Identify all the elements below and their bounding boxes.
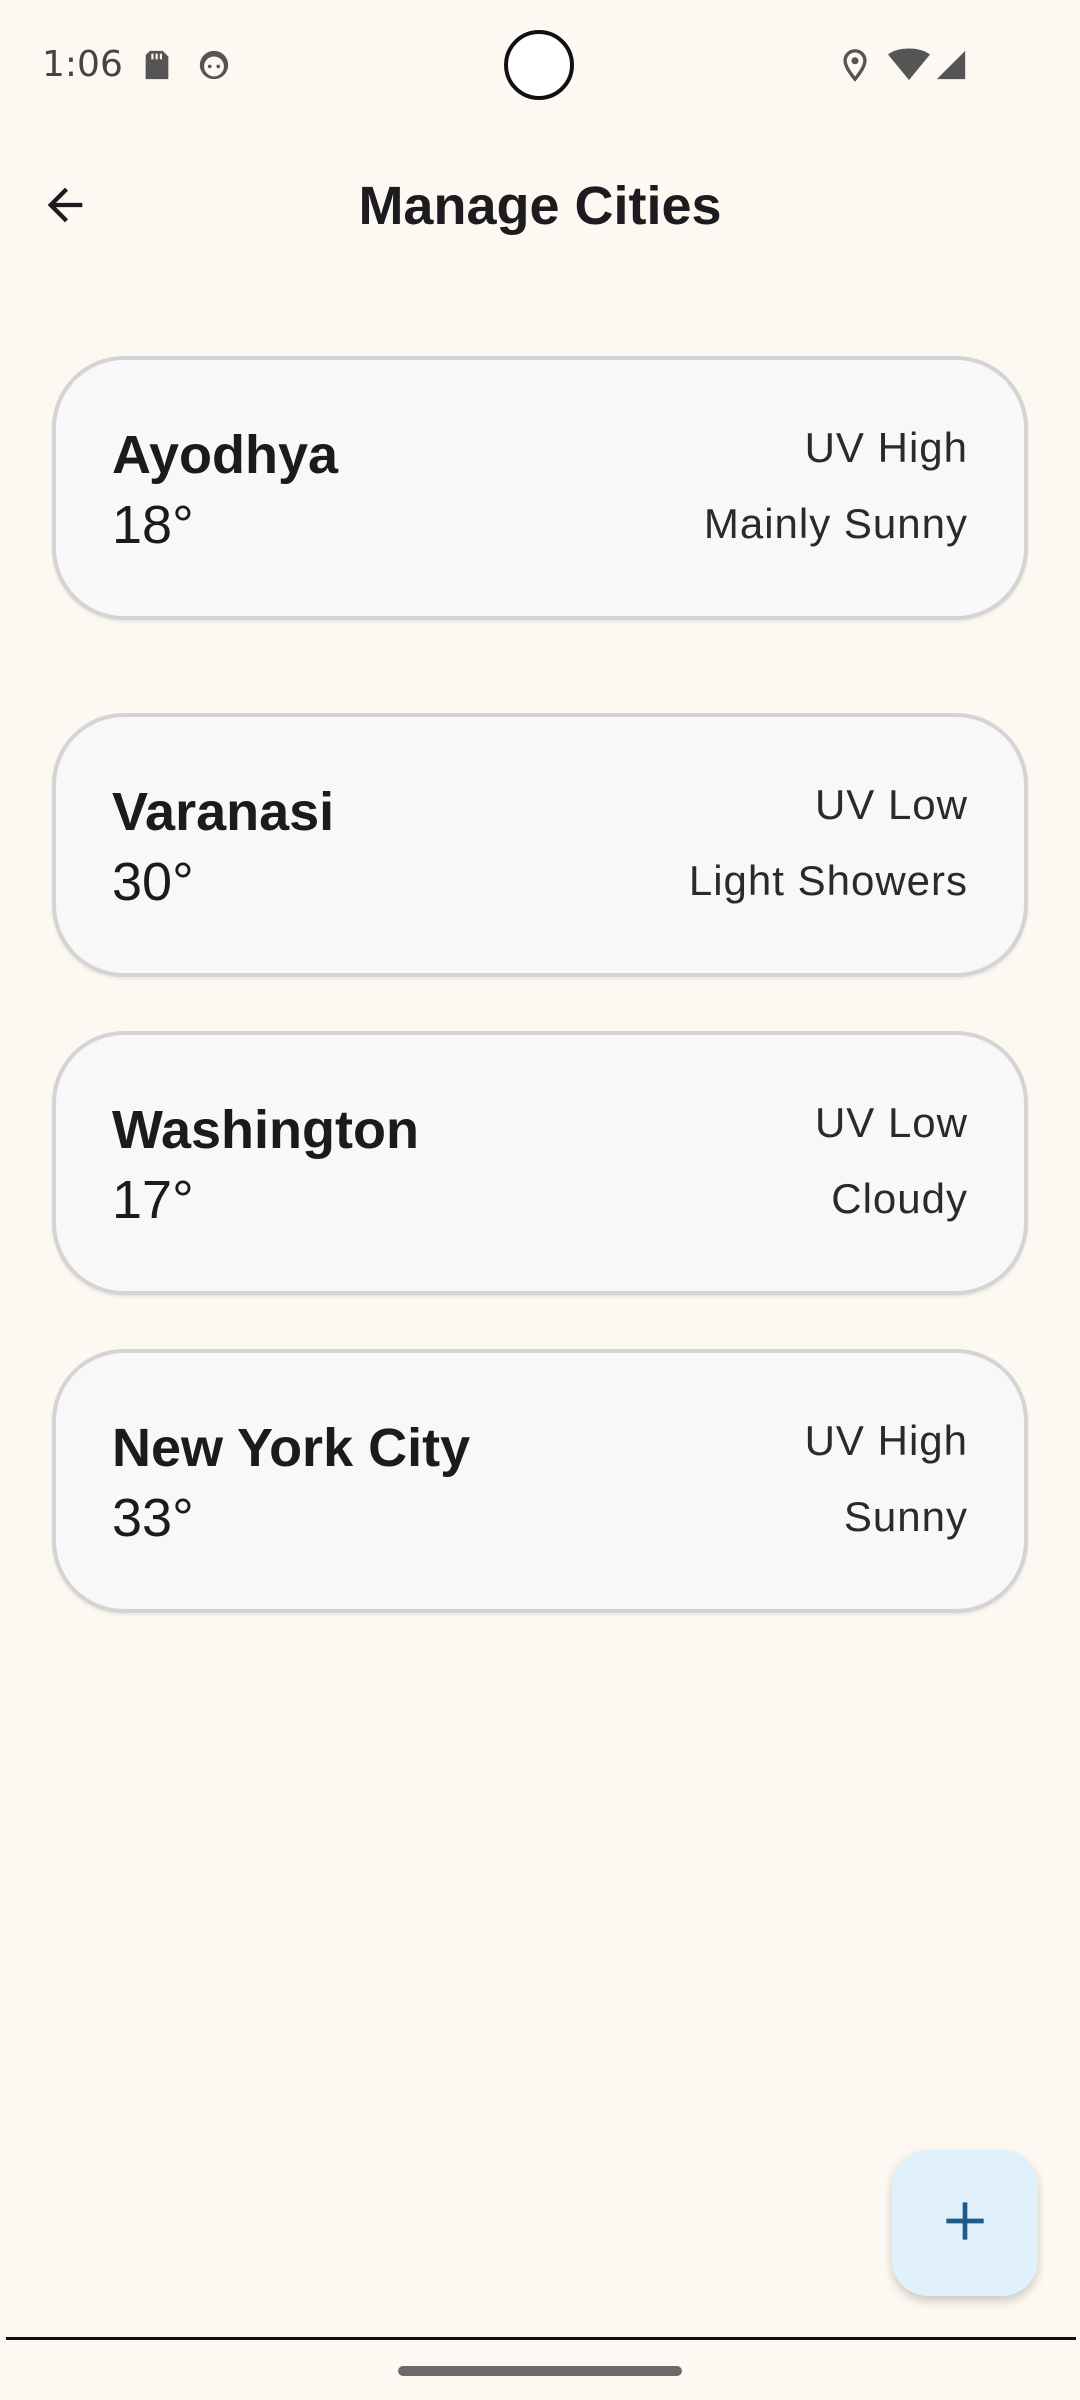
uv-index-label: UV High bbox=[804, 424, 968, 471]
city-card[interactable]: Ayodhya 18° UV High Mainly Sunny bbox=[52, 356, 1028, 620]
bottom-divider bbox=[6, 2337, 1076, 2340]
page-title: Manage Cities bbox=[358, 176, 722, 236]
face-icon bbox=[197, 48, 231, 82]
uv-index-label: UV Low bbox=[814, 1099, 968, 1146]
weather-condition: Mainly Sunny bbox=[703, 500, 968, 547]
city-name: Washington bbox=[112, 1100, 419, 1160]
city-temperature: 17° bbox=[112, 1170, 194, 1230]
status-bar: 1:06 bbox=[0, 0, 1080, 130]
gesture-handle[interactable] bbox=[398, 2366, 682, 2376]
weather-condition: Light Showers bbox=[688, 857, 968, 904]
add-icon bbox=[937, 2193, 993, 2254]
camera-cutout bbox=[504, 30, 574, 100]
city-name: Ayodhya bbox=[112, 425, 339, 485]
cell-signal-icon bbox=[934, 48, 968, 82]
top-app-bar: Manage Cities bbox=[0, 150, 1080, 260]
city-card[interactable]: Varanasi 30° UV Low Light Showers bbox=[52, 713, 1028, 977]
uv-index-label: UV Low bbox=[814, 781, 968, 828]
screen: 1:06 Manage Cities Ayodhya 18° UV High M… bbox=[0, 0, 1080, 2400]
weather-condition: Cloudy bbox=[831, 1175, 968, 1222]
city-temperature: 30° bbox=[112, 852, 194, 912]
city-card[interactable]: Washington 17° UV Low Cloudy bbox=[52, 1031, 1028, 1295]
status-time: 1:06 bbox=[42, 44, 123, 85]
wifi-icon bbox=[888, 48, 930, 82]
city-temperature: 33° bbox=[112, 1488, 194, 1548]
uv-index-label: UV High bbox=[804, 1417, 968, 1464]
sd-card-icon bbox=[140, 48, 174, 82]
add-city-button[interactable] bbox=[892, 2150, 1038, 2296]
city-name: Varanasi bbox=[112, 782, 335, 842]
city-temperature: 18° bbox=[112, 495, 194, 555]
city-card[interactable]: New York City 33° UV High Sunny bbox=[52, 1349, 1028, 1613]
weather-condition: Sunny bbox=[843, 1493, 968, 1540]
location-icon bbox=[838, 48, 872, 82]
city-name: New York City bbox=[112, 1418, 471, 1478]
